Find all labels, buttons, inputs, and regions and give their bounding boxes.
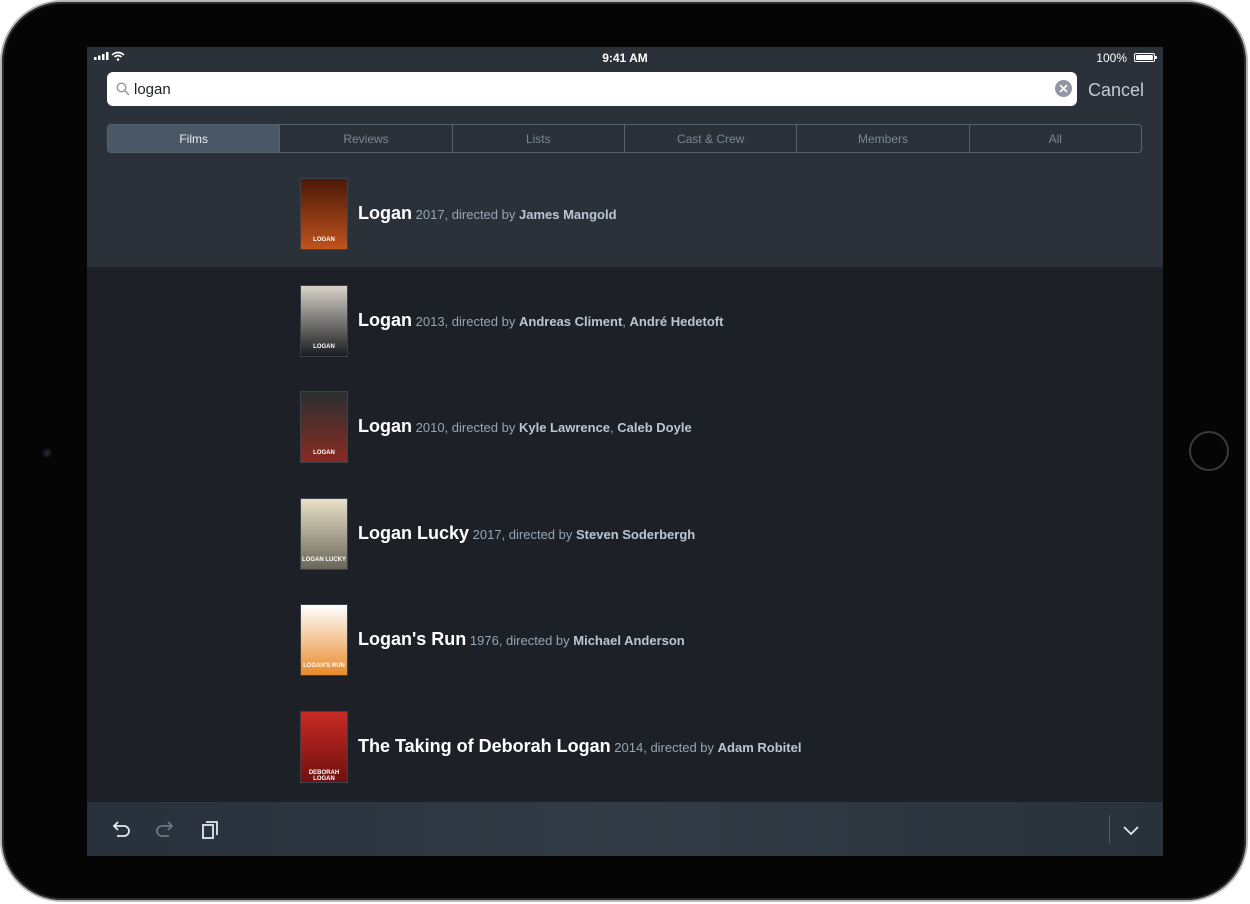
director-name[interactable]: Andreas Climent bbox=[519, 314, 622, 329]
director-name[interactable]: Adam Robitel bbox=[718, 740, 802, 755]
director-name[interactable]: André Hedetoft bbox=[630, 314, 724, 329]
results-list: LOGAN Logan 2017, directed by James Mango… bbox=[87, 161, 1163, 802]
paste-icon[interactable] bbox=[198, 818, 222, 842]
status-time: 9:41 AM bbox=[602, 51, 648, 65]
film-poster: LOGAN'S RUN bbox=[300, 604, 348, 676]
poster-title-text: LOGAN LUCKY bbox=[302, 556, 346, 563]
director-name[interactable]: Caleb Doyle bbox=[617, 420, 691, 435]
film-title: The Taking of Deborah Logan bbox=[358, 735, 611, 756]
film-info: Logan Lucky 2017, directed by Steven Sod… bbox=[358, 523, 695, 544]
clear-search-icon[interactable] bbox=[1055, 80, 1072, 97]
film-poster: LOGAN bbox=[300, 391, 348, 463]
undo-icon[interactable] bbox=[109, 818, 133, 842]
tab-films[interactable]: Films bbox=[108, 125, 281, 152]
tab-lists[interactable]: Lists bbox=[453, 125, 625, 152]
film-info: Logan 2017, directed by James Mangold bbox=[358, 203, 617, 224]
poster-title-text: LOGAN bbox=[313, 237, 335, 243]
status-bar: 9:41 AM 100% bbox=[87, 47, 1163, 69]
tab-reviews[interactable]: Reviews bbox=[280, 125, 453, 152]
tab-cast-crew[interactable]: Cast & Crew bbox=[625, 125, 798, 152]
poster-title-text: LOGAN bbox=[313, 450, 335, 456]
film-year-directed-by: 1976, directed by bbox=[469, 633, 570, 648]
film-poster: LOGAN bbox=[300, 178, 348, 250]
director-name[interactable]: Steven Soderbergh bbox=[576, 527, 695, 542]
film-result-row[interactable]: LOGAN'S RUN Logan's Run 1976, directed by… bbox=[87, 587, 1163, 693]
film-title: Logan bbox=[358, 309, 412, 330]
search-scope-tabs: Films Reviews Lists Cast & Crew Members All bbox=[107, 124, 1142, 153]
film-title: Logan bbox=[358, 203, 412, 223]
film-result-row[interactable]: LOGAN Logan 2017, directed by James Mango… bbox=[87, 161, 1163, 267]
battery-percentage: 100% bbox=[1096, 51, 1127, 65]
film-info: Logan 2013, directed by Andreas Climent,… bbox=[358, 309, 724, 330]
film-year-directed-by: 2013, directed by bbox=[415, 313, 516, 329]
battery-icon bbox=[1134, 53, 1157, 62]
film-title: Logan bbox=[358, 416, 412, 436]
poster-title-text: LOGAN'S RUN bbox=[303, 663, 345, 669]
poster-title-text: LOGAN bbox=[313, 343, 335, 350]
chevron-down-icon[interactable] bbox=[1119, 818, 1143, 842]
director-name[interactable]: Kyle Lawrence bbox=[519, 420, 610, 435]
search-field[interactable] bbox=[107, 72, 1077, 106]
cancel-button[interactable]: Cancel bbox=[1088, 80, 1144, 101]
film-poster: DEBORAH LOGAN bbox=[300, 710, 348, 783]
search-input[interactable] bbox=[134, 76, 1034, 102]
toolbar-divider bbox=[1109, 815, 1110, 843]
screen: 9:41 AM 100% Cancel FilmsReviewsListsCas… bbox=[87, 47, 1163, 856]
search-header: 9:41 AM 100% Cancel FilmsReviewsListsCas… bbox=[87, 47, 1163, 161]
search-icon bbox=[116, 82, 130, 96]
keyboard-toolbar bbox=[87, 802, 1163, 856]
film-title: Logan Lucky bbox=[358, 522, 470, 543]
film-result-row[interactable]: LOGAN Logan 2010, directed by Kyle Lawren… bbox=[87, 374, 1163, 480]
director-name[interactable]: Michael Anderson bbox=[573, 633, 684, 648]
film-poster: LOGAN LUCKY bbox=[300, 497, 348, 570]
film-info: Logan 2010, directed by Kyle Lawrence, C… bbox=[358, 416, 692, 436]
redo-icon[interactable] bbox=[153, 818, 177, 842]
film-year-directed-by: 2014, directed by bbox=[614, 739, 715, 755]
film-title: Logan's Run bbox=[358, 629, 467, 649]
film-year-directed-by: 2017, directed by bbox=[415, 207, 516, 222]
home-button[interactable] bbox=[1189, 431, 1229, 471]
camera-icon bbox=[42, 448, 52, 458]
film-result-row[interactable]: LOGAN Logan 2013, directed by Andreas Cli… bbox=[87, 268, 1163, 374]
film-info: The Taking of Deborah Logan 2014, direct… bbox=[358, 736, 801, 757]
film-result-row[interactable]: LOGAN LUCKY Logan Lucky 2017, directed by… bbox=[87, 481, 1163, 587]
film-year-directed-by: 2010, directed by bbox=[415, 420, 516, 435]
tab-all[interactable]: All bbox=[970, 125, 1141, 152]
director-name[interactable]: James Mangold bbox=[519, 207, 617, 222]
film-poster: LOGAN bbox=[300, 284, 348, 357]
film-info: Logan's Run 1976, directed by Michael An… bbox=[358, 629, 685, 650]
tab-members[interactable]: Members bbox=[797, 125, 970, 152]
poster-title-text: DEBORAH LOGAN bbox=[308, 769, 340, 782]
film-result-row[interactable]: DEBORAH LOGAN The Taking of Deborah Logan… bbox=[87, 694, 1163, 800]
film-year-directed-by: 2017, directed by bbox=[472, 526, 573, 542]
